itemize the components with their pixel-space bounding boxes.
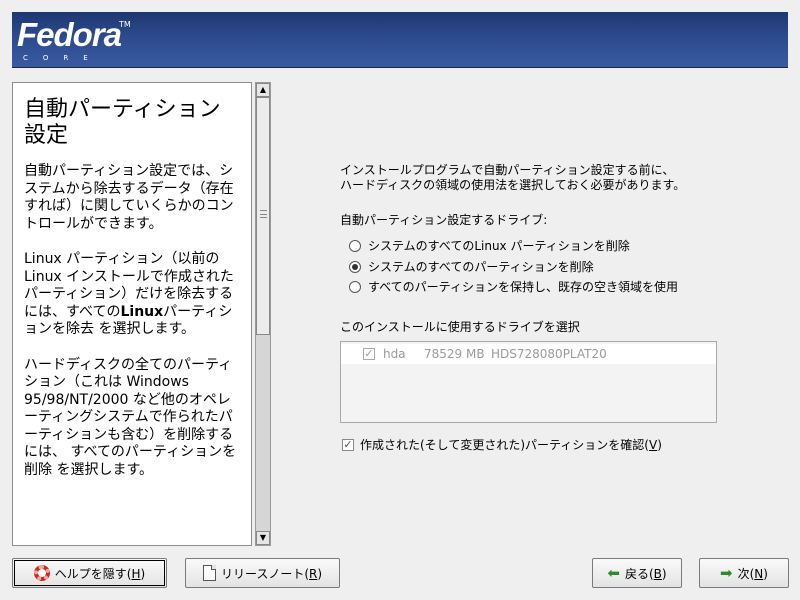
radio-label: システムのすべてのパーティションを削除 (368, 260, 594, 274)
back-close: ) (661, 566, 667, 581)
hide-help-label: ヘルプを隠す(H) (55, 565, 145, 582)
review-label-close: ) (657, 438, 662, 452)
header-banner: Fedora TM CORE (12, 12, 788, 68)
release-notes-button[interactable]: リリースノート(R) (185, 558, 340, 588)
document-icon (202, 565, 216, 581)
fedora-logo: Fedora TM CORE (17, 16, 131, 62)
radio-label: すべてのパーティションを保持し、既存の空き領域を使用 (368, 280, 678, 294)
checkmark-icon[interactable]: ✓ (363, 348, 375, 360)
arrow-right-icon: ➡ (720, 564, 733, 582)
logo-subtext: CORE (23, 54, 103, 62)
intro-line-1: インストールプログラムで自動パーティション設定する前に、 (340, 163, 675, 177)
drive-name: hda (383, 347, 406, 361)
logo-trademark: TM (119, 20, 131, 29)
help-scrollbar[interactable]: ▲ ▼ (255, 82, 271, 546)
radio-button[interactable] (349, 281, 361, 293)
next-label: 次(N) (738, 565, 768, 582)
radio-remove-linux[interactable]: システムのすべてのLinux パーティションを削除 (349, 238, 630, 254)
radio-label: システムのすべてのLinux パーティションを削除 (368, 239, 630, 253)
help-title: 自動パーティション設定 (24, 97, 221, 148)
help-paragraph-2: Linux パーティション（以前の Linux インストールで作成されたパーティ… (24, 251, 241, 339)
hide-help-button[interactable]: ヘルプを隠す(H) (12, 558, 167, 588)
next-close: ) (763, 566, 768, 581)
back-key: B (653, 566, 662, 581)
review-label-key: V (648, 438, 658, 452)
intro-text: インストールプログラムで自動パーティション設定する前に、 ハードディスクの領域の… (340, 163, 760, 193)
scrollbar-thumb[interactable] (256, 97, 270, 335)
logo-text: Fedora (17, 16, 122, 53)
next-text: 次( (737, 566, 755, 581)
lifebuoy-icon (33, 565, 50, 581)
radio-keep-all[interactable]: すべてのパーティションを保持し、既存の空き領域を使用 (349, 279, 678, 295)
release-notes-label: リリースノート(R) (221, 565, 322, 582)
next-button[interactable]: ➡ 次(N) (699, 558, 789, 588)
review-label-text: 作成された(そして変更された)パーティションを確認( (360, 438, 649, 452)
partition-drive-label: 自動パーティション設定するドライブ: (340, 213, 548, 227)
intro-line-2: ハードディスクの領域の使用法を選択しておく必要があります。 (340, 178, 686, 192)
checkmark-icon[interactable]: ✓ (342, 438, 354, 451)
release-notes-close: ) (317, 566, 323, 581)
radio-button[interactable] (349, 240, 361, 252)
next-key: N (754, 566, 764, 581)
grip-icon (260, 210, 267, 218)
review-label: 作成された(そして変更された)パーティションを確認(V) (360, 436, 662, 453)
help-paragraph-3: ハードディスクの全てのパーティション（これは Windows 95/98/NT/… (24, 356, 237, 478)
back-button[interactable]: ⬅ 戻る(B) (592, 558, 682, 588)
radio-button-selected[interactable] (349, 261, 361, 273)
hide-help-close: ) (140, 566, 146, 581)
drive-list[interactable]: ✓ hda 78529 MB HDS728080PLAT20 (340, 341, 717, 423)
select-drive-label: このインストールに使用するドライブを選択 (340, 320, 580, 334)
drive-model: HDS728080PLAT20 (491, 347, 607, 361)
arrow-left-icon: ⬅ (607, 564, 620, 582)
help-panel: 自動パーティション設定 自動パーティション設定では、システムから除去するデータ（… (12, 82, 252, 546)
radio-remove-all[interactable]: システムのすべてのパーティションを削除 (349, 259, 594, 275)
back-text: 戻る( (624, 566, 654, 581)
hide-help-key: H (131, 566, 141, 581)
arrow-down-icon[interactable]: ▼ (256, 531, 270, 545)
drive-row[interactable]: ✓ hda 78529 MB HDS728080PLAT20 (341, 344, 716, 364)
arrow-up-icon[interactable]: ▲ (256, 83, 270, 97)
review-partitions-checkbox[interactable]: ✓ 作成された(そして変更された)パーティションを確認(V) (342, 436, 662, 453)
help-paragraph-2-bold: Linux (120, 303, 164, 320)
release-notes-text: リリースノート( (220, 566, 310, 581)
help-paragraph-1: 自動パーティション設定では、システムから除去するデータ（存在すれば）に関していく… (24, 163, 234, 232)
back-label: 戻る(B) (625, 565, 667, 582)
hide-help-text: ヘルプを隠す( (54, 566, 132, 581)
drive-size: 78529 MB (424, 347, 485, 361)
